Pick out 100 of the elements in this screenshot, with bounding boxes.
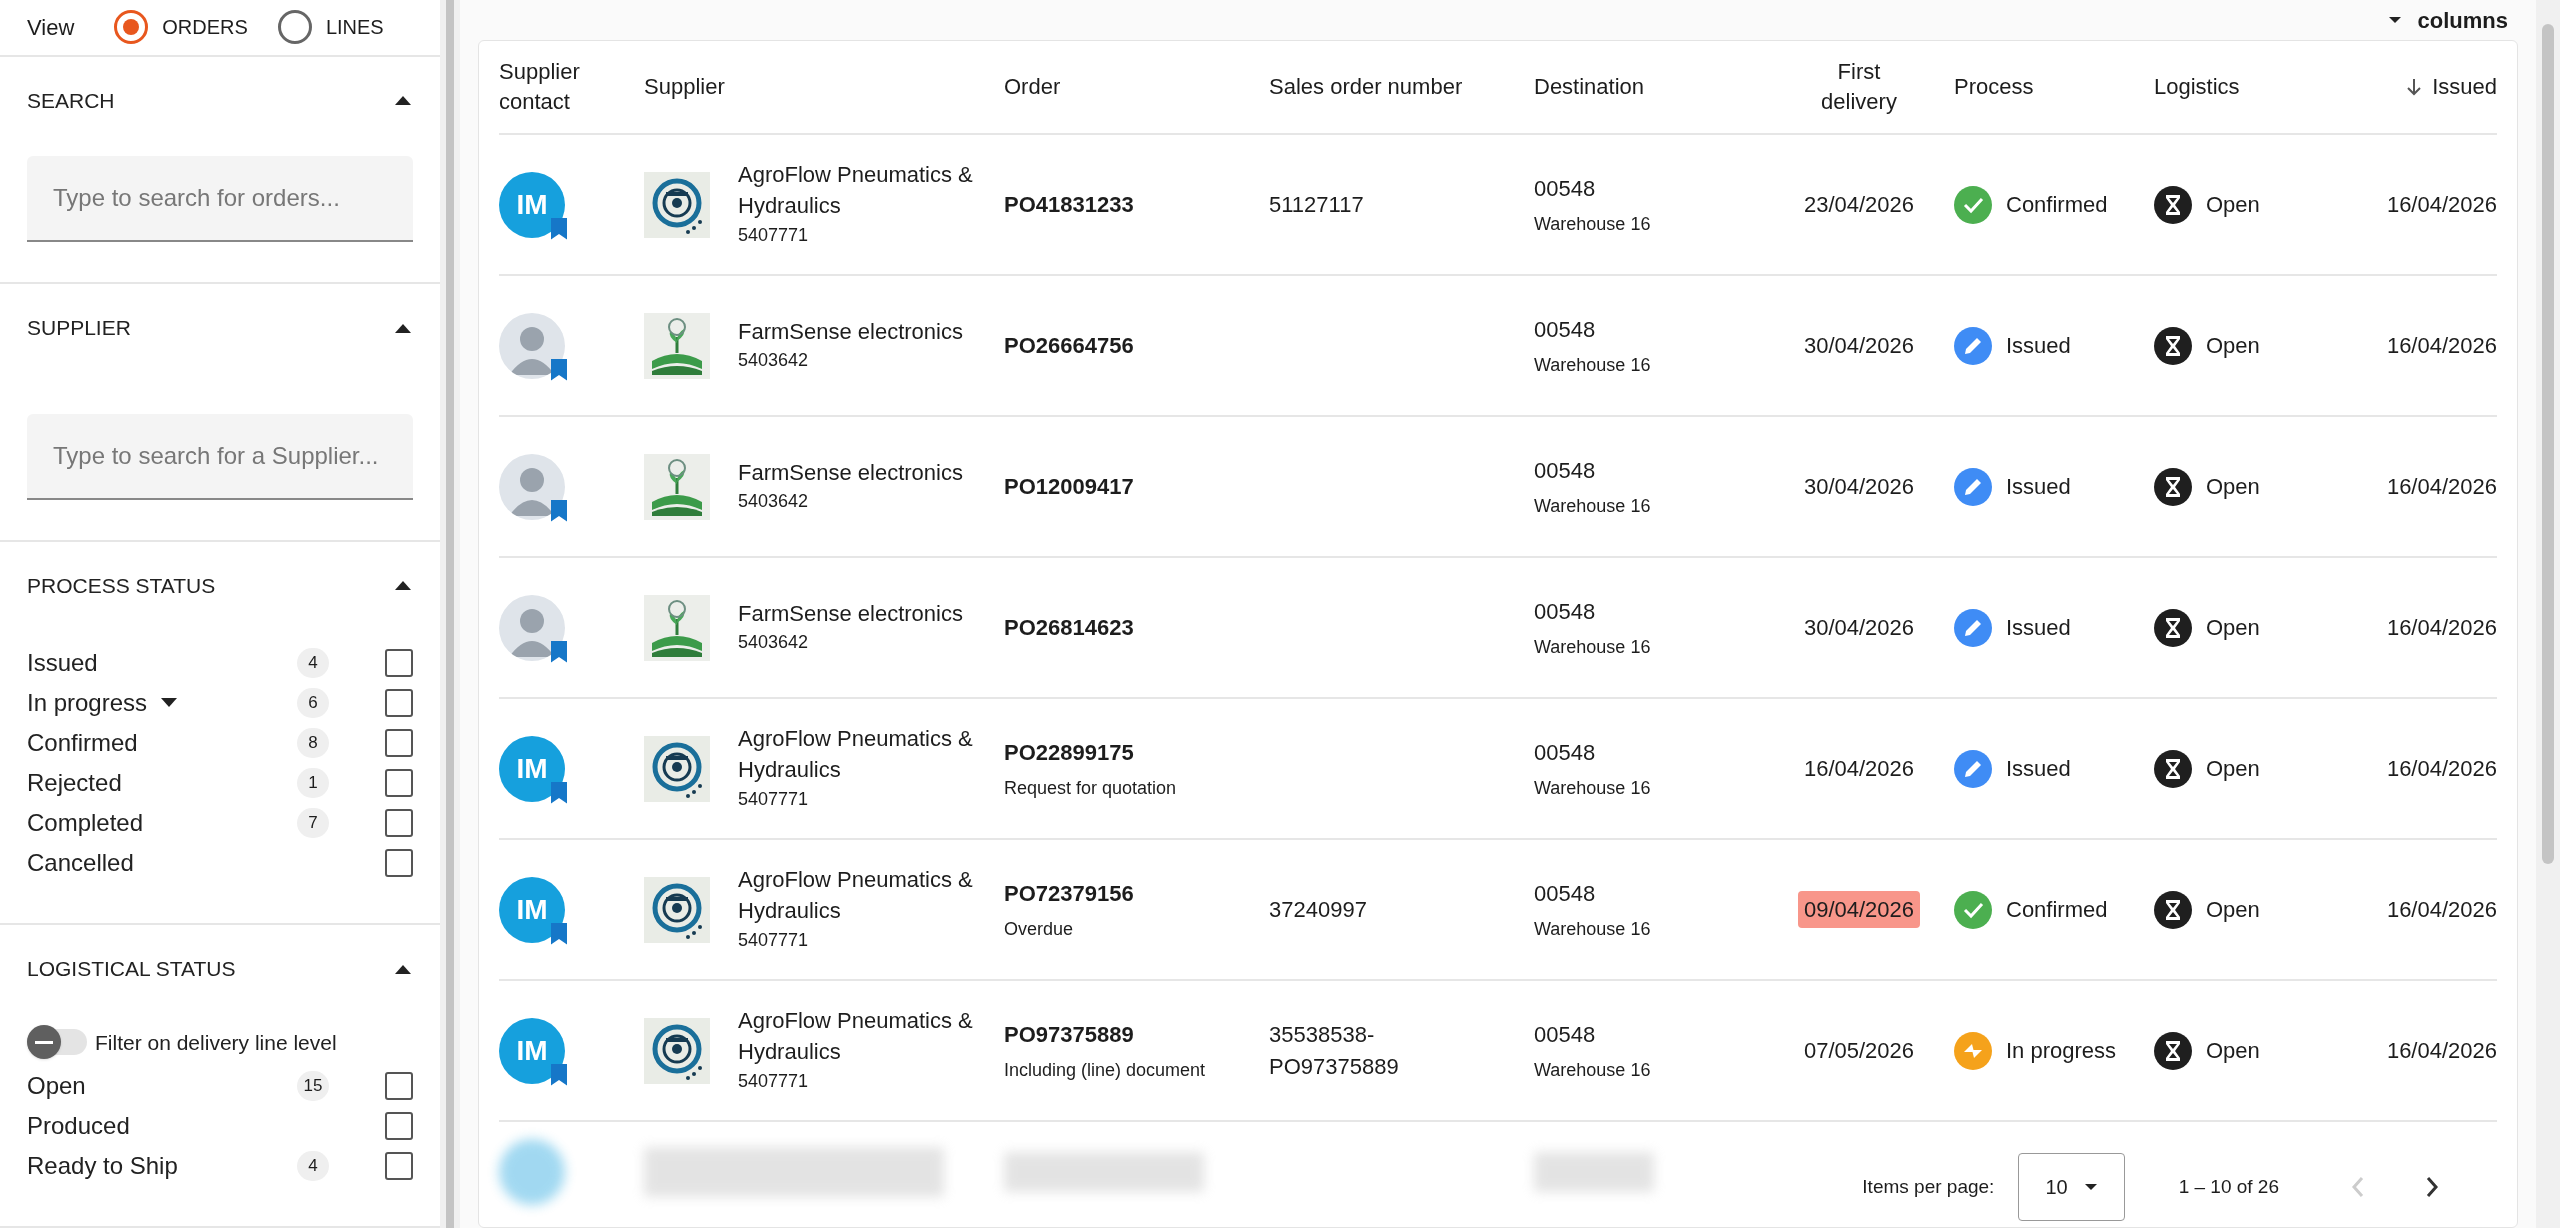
check-circle-icon (1954, 890, 1992, 929)
count-badge: 15 (297, 1071, 329, 1101)
hourglass-icon (2154, 890, 2192, 929)
pencil-circle-icon (1954, 326, 1992, 365)
scrollbar-thumb[interactable] (446, 0, 454, 1228)
order-number[interactable]: PO26814623 (1004, 611, 1269, 644)
checkbox[interactable] (385, 1072, 413, 1100)
checkbox[interactable] (385, 849, 413, 877)
circular-logo-icon (644, 1017, 710, 1084)
view-radio-option[interactable]: LINES (277, 10, 384, 45)
column-header[interactable]: Destination (1534, 72, 1645, 102)
checkbox[interactable] (385, 809, 413, 837)
order-number[interactable]: PO12009417 (1004, 470, 1269, 503)
hourglass-icon (2154, 608, 2192, 647)
hourglass-icon (2154, 326, 2192, 365)
view-radio-option[interactable]: ORDERS (114, 10, 248, 45)
checkbox[interactable] (385, 1112, 413, 1140)
filter-section-title: LOGISTICAL STATUS (27, 956, 236, 982)
circular-logo-icon (644, 735, 710, 802)
expand-caret-icon[interactable] (159, 697, 180, 709)
collapse-caret-icon[interactable] (393, 94, 413, 107)
process-status: Confirmed (2006, 191, 2108, 219)
first-delivery-date: 30/04/2026 (1802, 614, 1916, 642)
filter-option-label: Open (27, 1071, 86, 1101)
pencil-circle-icon (1954, 749, 1992, 788)
order-note: Request for quotation (1004, 776, 1178, 800)
count-badge: 7 (297, 808, 329, 838)
first-delivery-date: 09/04/2026 (1797, 891, 1921, 928)
contact-avatar: IM (499, 1017, 565, 1084)
order-number[interactable]: PO72379156 (1004, 876, 1269, 910)
sales-order-number: 35538538-PO97375889 (1269, 1020, 1400, 1081)
column-header[interactable]: Order (1004, 72, 1061, 102)
checkbox[interactable] (385, 729, 413, 757)
supplier-name: AgroFlow Pneumatics & Hydraulics (738, 161, 974, 220)
logistics-status: Open (2206, 755, 2260, 783)
process-status: Confirmed (2006, 896, 2108, 924)
check-circle-icon (1954, 185, 1992, 224)
order-number[interactable]: PO41831233 (1004, 188, 1269, 221)
warehouse-name: Warehouse 16 (1534, 776, 1652, 800)
logistics-status: Open (2206, 1037, 2260, 1065)
supplier-name: AgroFlow Pneumatics & Hydraulics (738, 1007, 974, 1066)
supplier-name: FarmSense electronics (738, 458, 964, 487)
count-badge: 1 (297, 768, 329, 798)
sort-down-arrow-icon[interactable] (2406, 77, 2423, 97)
sales-order-number: 51127117 (1269, 190, 1365, 219)
toggle-label: Filter on delivery line level (95, 1029, 337, 1056)
process-status: Issued (2006, 755, 2071, 783)
column-header[interactable]: First delivery (1804, 57, 1914, 117)
issued-date: 16/04/2026 (2386, 615, 2497, 640)
filter-section-title: PROCESS STATUS (27, 572, 216, 599)
order-number[interactable]: PO97375889 (1004, 1017, 1269, 1051)
columns-button[interactable]: columns (2387, 3, 2508, 37)
count-badge: 6 (297, 688, 329, 718)
search-field[interactable]: Type to search for orders... (27, 156, 413, 242)
destination-code: 00548 (1534, 315, 1597, 344)
filter-option-label: Ready to Ship (27, 1151, 178, 1181)
logistics-status: Open (2206, 191, 2260, 219)
filter-option-label: Rejected (27, 768, 122, 798)
hourglass-icon (2154, 467, 2192, 506)
column-header[interactable]: Supplier (644, 72, 725, 102)
issued-date: 16/04/2026 (2386, 474, 2497, 499)
order-number[interactable]: PO22899175 (1004, 735, 1269, 769)
supplier-number: 5403642 (738, 349, 810, 373)
collapse-caret-icon[interactable] (393, 579, 413, 592)
first-delivery-date: 23/04/2026 (1802, 191, 1916, 219)
circular-logo-icon (644, 876, 710, 943)
circular-logo-icon (644, 171, 710, 238)
warehouse-name: Warehouse 16 (1534, 212, 1652, 236)
page-range: 1 – 10 of 26 (2178, 1174, 2279, 1199)
warehouse-name: Warehouse 16 (1534, 635, 1652, 659)
supplier-number: 5407771 (738, 928, 810, 952)
logistics-status: Open (2206, 332, 2260, 360)
checkbox[interactable] (385, 1152, 413, 1180)
column-header[interactable]: Supplier contact (499, 57, 599, 117)
logistics-status: Open (2206, 614, 2260, 642)
checkbox[interactable] (385, 689, 413, 717)
warehouse-name: Warehouse 16 (1534, 1058, 1652, 1082)
column-header[interactable]: Sales order number (1269, 72, 1463, 102)
supplier-name: AgroFlow Pneumatics & Hydraulics (738, 725, 974, 784)
view-label: View (27, 13, 75, 42)
filter-option-label: Produced (27, 1111, 130, 1141)
items-per-page-select[interactable]: 10 (2018, 1153, 2125, 1221)
checkbox[interactable] (385, 769, 413, 797)
issued-date: 16/04/2026 (2386, 756, 2497, 781)
checkbox[interactable] (385, 649, 413, 677)
progress-circle-icon (1954, 1031, 1992, 1070)
supplier-name: FarmSense electronics (738, 317, 964, 346)
warehouse-name: Warehouse 16 (1534, 494, 1652, 518)
destination-code: 00548 (1534, 456, 1597, 485)
column-header[interactable]: Process (1954, 72, 2034, 102)
search-field[interactable]: Type to search for a Supplier... (27, 413, 413, 500)
scrollbar-thumb[interactable] (2542, 24, 2554, 864)
sales-order-number: 37240997 (1269, 895, 1368, 924)
order-number[interactable]: PO26664756 (1004, 329, 1269, 362)
column-header[interactable]: Issued (2432, 72, 2497, 102)
supplier-number: 5403642 (738, 490, 810, 514)
contact-avatar: IM (499, 735, 565, 802)
count-badge: 4 (297, 648, 329, 678)
column-header[interactable]: Logistics (2154, 72, 2240, 102)
logistics-status: Open (2206, 473, 2260, 501)
